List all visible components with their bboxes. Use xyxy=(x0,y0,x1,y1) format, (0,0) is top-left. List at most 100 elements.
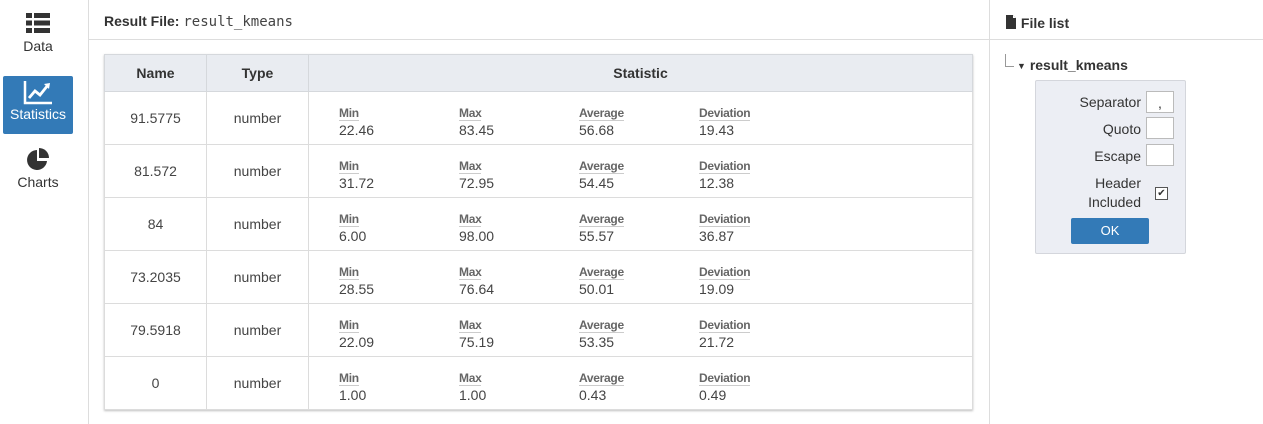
nav-item-label: Statistics xyxy=(9,106,66,122)
statistic-value: 6.00 xyxy=(339,227,367,244)
statistic-label: Average xyxy=(579,158,624,174)
statistic-value: 56.68 xyxy=(579,121,615,138)
cell-type: number xyxy=(206,303,309,357)
nav-item-charts[interactable]: Charts xyxy=(3,144,73,202)
nav-item-data[interactable]: Data xyxy=(3,8,73,66)
separator-input[interactable]: , xyxy=(1146,91,1174,113)
statistic-grid: Min 22.09 Max 75.19 Average 53.35 Deviation 21.… xyxy=(309,310,972,351)
header-label-line1: Header xyxy=(1095,175,1141,191)
header-included-checkbox[interactable]: ✔ xyxy=(1155,187,1168,200)
statistic-label: Max xyxy=(459,158,482,174)
nav-item-label: Charts xyxy=(17,174,59,190)
statistic-label: Deviation xyxy=(699,317,751,333)
table-row: 79.5918 number Min 22.09 Max 75.19 Average 53.3… xyxy=(104,303,973,357)
statistic-label: Min xyxy=(339,105,359,121)
cell-type: number xyxy=(206,356,309,410)
result-file-heading: Result File: result_kmeans xyxy=(104,13,293,30)
statistic-value: 75.19 xyxy=(459,333,495,350)
escape-label: Escape xyxy=(1094,148,1141,164)
tree-node-label: result_kmeans xyxy=(1029,57,1128,73)
file-list-panel: File list ▼ result_kmeans Separator , Qu… xyxy=(990,0,1263,424)
statistic-label: Max xyxy=(459,370,482,386)
result-file-label: Result File: xyxy=(104,13,180,29)
statistic-deviation: Deviation 36.87 xyxy=(699,204,819,245)
statistic-average: Average 56.68 xyxy=(579,98,699,139)
pie-chart-icon xyxy=(3,144,73,173)
escape-input[interactable] xyxy=(1146,144,1174,166)
nav-item-statistics[interactable]: Statistics xyxy=(3,76,73,134)
statistic-deviation: Deviation 12.38 xyxy=(699,151,819,192)
nav-item-label: Data xyxy=(23,38,53,54)
statistic-label: Deviation xyxy=(699,370,751,386)
statistic-label: Deviation xyxy=(699,211,751,227)
statistic-grid: Min 1.00 Max 1.00 Average 0.43 Deviation 0.49 xyxy=(309,363,972,404)
cell-statistic: Min 22.09 Max 75.19 Average 53.35 Deviation 21.… xyxy=(308,303,973,357)
cell-name: 91.5775 xyxy=(104,91,207,145)
column-header-name[interactable]: Name xyxy=(104,54,207,92)
statistic-value: 50.01 xyxy=(579,280,615,297)
escape-row: Escape xyxy=(1036,144,1185,171)
cell-name: 73.2035 xyxy=(104,250,207,304)
statistic-value: 19.43 xyxy=(699,121,735,138)
statistic-value: 54.45 xyxy=(579,174,615,191)
statistic-label: Average xyxy=(579,264,624,280)
statistic-average: Average 55.57 xyxy=(579,204,699,245)
statistic-value: 22.09 xyxy=(339,333,375,350)
ok-button[interactable]: OK xyxy=(1071,218,1149,244)
column-header-statistic[interactable]: Statistic xyxy=(308,54,973,92)
statistic-min: Min 22.46 xyxy=(339,98,459,139)
statistic-max: Max 72.95 xyxy=(459,151,579,192)
table-body: 91.5775 number Min 22.46 Max 83.45 Average 56.6… xyxy=(104,91,973,410)
result-file-name: result_kmeans xyxy=(183,14,293,30)
statistic-label: Min xyxy=(339,370,359,386)
left-nav: Data Statistics Charts xyxy=(0,0,89,424)
file-options-panel: Separator , Quoto Escape Header Included… xyxy=(1035,80,1186,254)
column-header-type[interactable]: Type xyxy=(206,54,309,92)
statistic-label: Min xyxy=(339,158,359,174)
cell-type: number xyxy=(206,91,309,145)
statistic-min: Min 28.55 xyxy=(339,257,459,298)
cell-statistic: Min 1.00 Max 1.00 Average 0.43 Deviation 0.49 xyxy=(308,356,973,410)
statistic-label: Max xyxy=(459,264,482,280)
statistic-label: Average xyxy=(579,105,624,121)
statistic-value: 1.00 xyxy=(459,386,487,403)
statistic-label: Min xyxy=(339,317,359,333)
cell-name: 79.5918 xyxy=(104,303,207,357)
table-row: 0 number Min 1.00 Max 1.00 Average 0.43 Deviatio… xyxy=(104,356,973,410)
statistic-value: 21.72 xyxy=(699,333,735,350)
cell-statistic: Min 6.00 Max 98.00 Average 55.57 Deviation 36.8… xyxy=(308,197,973,251)
cell-name: 0 xyxy=(104,356,207,410)
list-icon xyxy=(3,8,73,37)
statistic-grid: Min 6.00 Max 98.00 Average 55.57 Deviation 36.8… xyxy=(309,204,972,245)
statistic-label: Min xyxy=(339,264,359,280)
statistic-value: 12.38 xyxy=(699,174,735,191)
statistic-label: Deviation xyxy=(699,264,751,280)
statistic-min: Min 6.00 xyxy=(339,204,459,245)
main-panel: Result File: result_kmeans Name Type Sta… xyxy=(89,0,990,424)
statistic-average: Average 50.01 xyxy=(579,257,699,298)
header-label-line2: Included xyxy=(1088,194,1141,210)
statistic-value: 0.43 xyxy=(579,386,607,403)
file-list-heading: File list xyxy=(1005,15,1069,31)
statistic-average: Average 53.35 xyxy=(579,310,699,351)
cell-type: number xyxy=(206,197,309,251)
statistic-deviation: Deviation 19.43 xyxy=(699,98,819,139)
statistic-value: 53.35 xyxy=(579,333,615,350)
cell-type: number xyxy=(206,144,309,198)
statistic-average: Average 54.45 xyxy=(579,151,699,192)
tree-node-result-kmeans[interactable]: ▼ result_kmeans xyxy=(1017,57,1128,73)
statistic-label: Deviation xyxy=(699,105,751,121)
cell-statistic: Min 31.72 Max 72.95 Average 54.45 Deviation 12.… xyxy=(308,144,973,198)
statistic-deviation: Deviation 0.49 xyxy=(699,363,819,404)
line-chart-icon xyxy=(3,76,73,105)
table-header-row: Name Type Statistic xyxy=(104,54,973,92)
cell-name: 84 xyxy=(104,197,207,251)
statistic-min: Min 1.00 xyxy=(339,363,459,404)
statistic-max: Max 98.00 xyxy=(459,204,579,245)
tree-branch-line xyxy=(1005,54,1014,67)
quote-input[interactable] xyxy=(1146,117,1174,139)
quote-row: Quoto xyxy=(1036,117,1185,144)
statistic-value: 55.57 xyxy=(579,227,615,244)
statistics-table: Name Type Statistic 91.5775 number Min 22.4… xyxy=(104,54,973,410)
file-icon xyxy=(1005,15,1021,31)
